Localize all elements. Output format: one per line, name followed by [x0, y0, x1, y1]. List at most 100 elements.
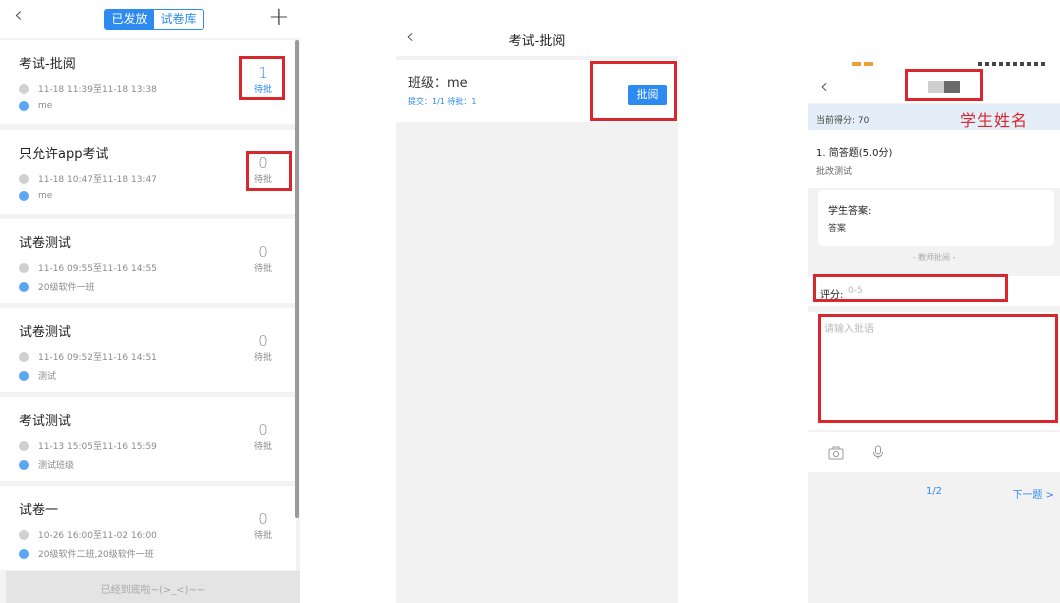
exam-time-row: 11-18 11:39至11-18 13:38	[19, 82, 157, 95]
grading-header: ‹ 考试-批阅	[396, 0, 678, 56]
clock-icon	[19, 173, 29, 184]
question-pager: 1/2 下一题 >	[808, 478, 1060, 508]
class-stats: 提交：1/1 待批：1	[408, 97, 477, 106]
score-label: 评分:	[820, 290, 844, 301]
exam-time: 11-18 11:39至11-18 13:38	[38, 85, 157, 95]
pending-label: 待批	[253, 85, 272, 95]
exam-class-row: me	[19, 191, 52, 201]
student-answer: 答案	[828, 224, 847, 234]
exam-time-row: 11-13 15:05至11-16 15:59	[19, 439, 157, 452]
status-bar	[808, 0, 1060, 70]
scrollbar[interactable]	[295, 40, 299, 518]
exam-class: 20级软件二班,20级软件一班	[38, 550, 154, 560]
exam-time: 11-13 15:05至11-16 15:59	[38, 442, 157, 452]
annotation-student-name: 学生姓名	[960, 111, 1029, 130]
back-chevron-icon[interactable]: ‹	[14, 5, 23, 27]
exam-title: 只允许app考试	[19, 147, 109, 162]
teacher-review-divider: - 教师批阅 -	[912, 253, 956, 262]
class-icon	[19, 548, 29, 559]
question-block: 1. 简答题(5.0分) 批改测试	[808, 130, 1060, 188]
exam-time-row: 11-16 09:55至11-16 14:55	[19, 261, 157, 274]
class-name: 班级：me	[408, 76, 468, 91]
exam-time-row: 10-26 16:00至11-02 16:00	[19, 528, 157, 541]
pending-count: 0	[258, 243, 268, 261]
current-score-bar: 当前得分: 70 学生姓名	[808, 104, 1060, 130]
class-icon	[19, 459, 29, 470]
pending-count: 0	[258, 154, 268, 172]
exam-class: 测试班级	[38, 461, 75, 471]
detail-header: ‹	[808, 70, 1060, 103]
pending-count: 1	[258, 64, 268, 82]
exam-class-row: me	[19, 101, 52, 111]
pending-count: 0	[258, 510, 268, 528]
status-indicators	[852, 62, 882, 66]
pending-count: 0	[258, 332, 268, 350]
exam-class: 测试	[38, 372, 57, 382]
tab-released[interactable]: 已发放	[105, 10, 154, 29]
clock-icon	[19, 83, 29, 94]
microphone-icon[interactable]	[872, 445, 884, 464]
exam-list-header: ‹ 已发放 试卷库 +	[0, 0, 300, 38]
exam-class-row: 测试班级	[19, 458, 74, 471]
exam-title: 考试测试	[19, 414, 72, 429]
class-card[interactable]: 班级：me 提交：1/1 待批：1 批阅	[396, 60, 678, 122]
exam-time-row: 11-16 09:52至11-16 14:51	[19, 350, 157, 363]
class-icon	[19, 370, 29, 381]
score-row: 评分:	[808, 276, 1060, 306]
pending-label: 待批	[253, 442, 272, 452]
grade-button[interactable]: 批阅	[628, 85, 667, 105]
exam-tabs: 已发放 试卷库	[104, 9, 204, 30]
class-icon	[19, 191, 29, 201]
exam-title: 考试-批阅	[19, 57, 76, 72]
question-title: 1. 简答题(5.0分)	[816, 148, 893, 159]
exam-title: 试卷一	[19, 503, 59, 518]
pending-label: 待批	[253, 175, 272, 185]
exam-time: 10-26 16:00至11-02 16:00	[38, 531, 157, 541]
class-icon	[19, 101, 29, 111]
comment-input[interactable]	[824, 320, 1052, 420]
grading-detail-screen: ‹ 当前得分: 70 学生姓名 1. 简答题(5.0分) 批改测试 学生答案: …	[808, 0, 1060, 603]
plus-icon[interactable]: +	[268, 2, 290, 32]
exam-class-row: 20级软件二班,20级软件一班	[19, 547, 154, 560]
blurred-student-name	[928, 81, 960, 93]
student-answer-card: 学生答案: 答案	[818, 190, 1054, 246]
pending-label: 待批	[253, 264, 272, 274]
current-score: 当前得分: 70	[816, 116, 870, 126]
end-of-list-message: 已经到底啦~(>_<)~~	[6, 571, 300, 603]
exam-title: 试卷测试	[19, 325, 72, 340]
exam-card[interactable]: 试卷测试 11-16 09:55至11-16 14:55 20级软件一班 0 待批	[0, 219, 296, 303]
grading-class-screen: ‹ 考试-批阅 班级：me 提交：1/1 待批：1 批阅	[396, 0, 678, 603]
exam-card[interactable]: 考试测试 11-13 15:05至11-16 15:59 测试班级 0 待批	[0, 397, 296, 481]
pending-label: 待批	[253, 353, 272, 363]
exam-class-row: 20级软件一班	[19, 280, 94, 293]
student-answer-label: 学生答案:	[828, 206, 872, 217]
exam-class-row: 测试	[19, 369, 56, 382]
exam-list-screen: ‹ 已发放 试卷库 + 考试-批阅 11-18 11:39至11-18 13:38…	[0, 0, 300, 603]
clock-icon	[19, 351, 29, 362]
status-icons	[978, 62, 1048, 66]
clock-icon	[19, 529, 29, 540]
next-question-button[interactable]: 下一题 >	[1012, 486, 1054, 501]
exam-card[interactable]: 只允许app考试 11-18 10:47至11-18 13:47 me 0 待批	[0, 130, 296, 214]
pending-count: 0	[258, 421, 268, 439]
exam-class: 20级软件一班	[38, 283, 95, 293]
pending-label: 待批	[253, 531, 272, 541]
exam-time: 11-18 10:47至11-18 13:47	[38, 175, 157, 185]
class-icon	[19, 281, 29, 292]
comment-area	[808, 312, 1060, 430]
exam-card[interactable]: 试卷一 10-26 16:00至11-02 16:00 20级软件二班,20级软件一…	[0, 486, 296, 570]
clock-icon	[19, 262, 29, 273]
tab-paper-library[interactable]: 试卷库	[154, 10, 203, 29]
exam-class: me	[38, 101, 53, 111]
exam-time-row: 11-18 10:47至11-18 13:47	[19, 172, 157, 185]
back-chevron-icon[interactable]: ‹	[820, 76, 828, 96]
exam-card[interactable]: 考试-批阅 11-18 11:39至11-18 13:38 me 1 待批	[0, 40, 296, 124]
exam-title: 试卷测试	[19, 236, 72, 251]
exam-time: 11-16 09:52至11-16 14:51	[38, 353, 157, 363]
camera-icon[interactable]	[828, 445, 844, 464]
exam-card[interactable]: 试卷测试 11-16 09:52至11-16 14:51 测试 0 待批	[0, 308, 296, 392]
clock-icon	[19, 440, 29, 451]
page-title: 考试-批阅	[508, 34, 566, 49]
exam-class: me	[38, 191, 53, 201]
score-input[interactable]	[848, 282, 998, 300]
